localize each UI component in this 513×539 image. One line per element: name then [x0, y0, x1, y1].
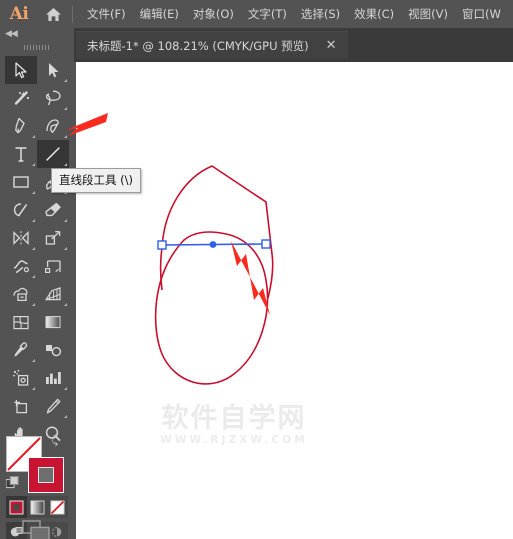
- home-icon[interactable]: [38, 0, 68, 28]
- symbol-sprayer-tool[interactable]: [5, 364, 37, 392]
- eraser-tool[interactable]: [37, 196, 69, 224]
- line-segment-tool[interactable]: [37, 140, 69, 168]
- document-tab[interactable]: 未标题-1* @ 108.21% (CMYK/GPU 预览) ✕: [76, 31, 348, 59]
- menu-select[interactable]: 选择(S): [294, 0, 347, 28]
- document-tab-bar: 未标题-1* @ 108.21% (CMYK/GPU 预览) ✕: [74, 28, 513, 62]
- tool-flyout-indicator: [32, 135, 35, 138]
- tools-grid: [5, 56, 69, 448]
- menu-type[interactable]: 文字(T): [241, 0, 294, 28]
- document-tab-label: 未标题-1* @ 108.21% (CMYK/GPU 预览): [87, 38, 309, 53]
- anchor-point-left[interactable]: [157, 240, 167, 250]
- menu-divider: [72, 5, 73, 23]
- default-colors-icon[interactable]: [6, 476, 19, 489]
- selection-tool[interactable]: [5, 56, 37, 84]
- tool-flyout-indicator: [64, 415, 67, 418]
- tool-flyout-indicator: [32, 359, 35, 362]
- eyedropper-tool[interactable]: [5, 336, 37, 364]
- perspective-grid-tool[interactable]: [37, 280, 69, 308]
- tool-flyout-indicator: [64, 247, 67, 250]
- screen-mode-icon: [22, 520, 50, 539]
- tool-tooltip: 直线段工具 (\): [51, 168, 142, 193]
- color-controls: ⤹: [6, 433, 68, 498]
- magic-wand-tool[interactable]: [5, 84, 37, 112]
- gradient-tool[interactable]: [37, 308, 69, 336]
- change-screen-mode-button[interactable]: [0, 516, 74, 539]
- tool-flyout-indicator: [32, 387, 35, 390]
- tool-flyout-indicator: [32, 163, 35, 166]
- lasso-tool[interactable]: [37, 84, 69, 112]
- tools-panel-drag-handle[interactable]: [0, 41, 74, 54]
- tool-flyout-indicator: [64, 303, 67, 306]
- menu-edit[interactable]: 编辑(E): [133, 0, 186, 28]
- tool-flyout-indicator: [32, 191, 35, 194]
- rectangle-tool[interactable]: [5, 168, 37, 196]
- rotate-tool[interactable]: [5, 224, 37, 252]
- app-logo: Ai: [9, 4, 29, 24]
- menu-object[interactable]: 对象(O): [186, 0, 241, 28]
- anchor-point-right[interactable]: [261, 239, 271, 249]
- path-left-edge: [159, 247, 163, 291]
- shape-builder-tool[interactable]: [5, 280, 37, 308]
- menu-effect[interactable]: 效果(C): [347, 0, 401, 28]
- width-tool[interactable]: [5, 252, 37, 280]
- menu-window[interactable]: 窗口(W: [455, 0, 508, 28]
- tools-panel-header: ◀◀: [0, 28, 74, 41]
- swap-fill-stroke-icon[interactable]: ⤹: [51, 433, 58, 448]
- stroke-color-swatch[interactable]: [28, 457, 64, 493]
- column-graph-tool[interactable]: [37, 364, 69, 392]
- curvature-tool[interactable]: [37, 112, 69, 140]
- gradient-mode-button[interactable]: [26, 496, 48, 518]
- canvas-artboard[interactable]: 软件自学网 WWW.RJZXW.COM: [76, 62, 513, 539]
- tool-flyout-indicator: [64, 135, 67, 138]
- type-tool[interactable]: [5, 140, 37, 168]
- menu-view[interactable]: 视图(V): [401, 0, 455, 28]
- tool-flyout-indicator: [32, 247, 35, 250]
- collapse-panel-icon[interactable]: ◀◀: [5, 29, 18, 39]
- path-lower-loop: [154, 231, 269, 385]
- menu-bar: Ai 文件(F) 编辑(E) 对象(O) 文字(T) 选择(S) 效果(C) 视…: [0, 0, 513, 28]
- tool-flyout-indicator: [32, 303, 35, 306]
- illustrator-window: Ai 文件(F) 编辑(E) 对象(O) 文字(T) 选择(S) 效果(C) 视…: [0, 0, 513, 539]
- segment-midpoint-anchor[interactable]: [209, 241, 217, 248]
- shaper-tool[interactable]: [5, 196, 37, 224]
- blend-tool[interactable]: [37, 336, 69, 364]
- artboard-tool[interactable]: [5, 392, 37, 420]
- artwork-layer: [154, 165, 274, 385]
- color-swatch-mode-button[interactable]: [6, 496, 27, 518]
- tool-flyout-indicator: [32, 275, 35, 278]
- path-right-edge: [267, 253, 274, 299]
- tool-flyout-indicator: [64, 163, 67, 166]
- mesh-tool[interactable]: [5, 308, 37, 336]
- tool-flyout-indicator: [64, 219, 67, 222]
- tool-flyout-indicator: [64, 79, 67, 82]
- pen-tool[interactable]: [5, 112, 37, 140]
- tool-flyout-indicator: [32, 219, 35, 222]
- direct-selection-tool[interactable]: [37, 56, 69, 84]
- close-icon[interactable]: ✕: [323, 38, 340, 53]
- none-mode-button[interactable]: [47, 496, 69, 518]
- scale-tool[interactable]: [37, 224, 69, 252]
- slice-tool[interactable]: [37, 392, 69, 420]
- paint-mode-row: [6, 496, 69, 518]
- tool-flyout-indicator: [64, 107, 67, 110]
- tool-flyout-indicator: [64, 387, 67, 390]
- path-upper-shape: [161, 165, 273, 255]
- tools-panel: ◀◀ ⤹: [0, 28, 74, 539]
- free-transform-tool[interactable]: [37, 252, 69, 280]
- menu-file[interactable]: 文件(F): [80, 0, 133, 28]
